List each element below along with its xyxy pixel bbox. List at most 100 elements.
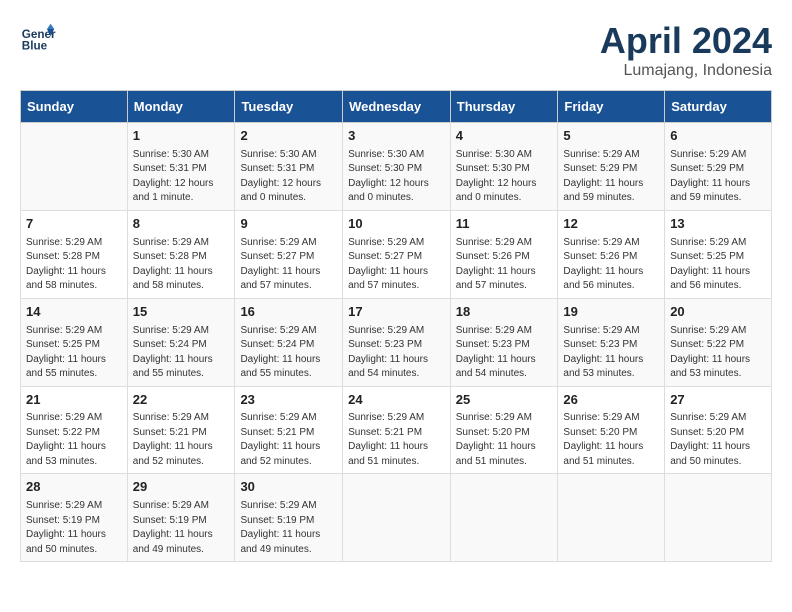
day-info: Sunrise: 5:29 AMSunset: 5:22 PMDaylight:… — [670, 324, 766, 382]
day-info: Sunrise: 5:29 AMSunset: 5:28 PMDaylight:… — [26, 236, 122, 294]
calendar-cell: 2Sunrise: 5:30 AMSunset: 5:31 PMDaylight… — [235, 123, 343, 211]
calendar-cell: 13 Sunrise: 5:29 AMSunset: 5:25 PMDayligh… — [665, 210, 772, 298]
calendar-cell: 17 Sunrise: 5:29 AMSunset: 5:23 PMDayligh… — [343, 298, 451, 386]
day-info: Sunrise: 5:29 AMSunset: 5:29 PMDaylight:… — [563, 148, 659, 206]
svg-text:Blue: Blue — [22, 40, 48, 53]
logo-icon: General Blue — [20, 20, 56, 56]
calendar-cell: 1 Sunrise: 5:30 AMSunset: 5:31 PMDaylight… — [127, 123, 235, 211]
calendar-cell: 23Sunrise: 5:29 AMSunset: 5:21 PMDayligh… — [235, 386, 343, 474]
weekday-header: Tuesday — [235, 91, 343, 123]
logo: General Blue — [20, 20, 56, 56]
day-info: Sunrise: 5:29 AMSunset: 5:24 PMDaylight:… — [240, 324, 337, 382]
calendar-cell: 16 Sunrise: 5:29 AMSunset: 5:24 PMDayligh… — [235, 298, 343, 386]
day-number: 24 — [348, 391, 445, 410]
day-number: 7 — [26, 215, 122, 234]
calendar-cell: 4 Sunrise: 5:30 AMSunset: 5:30 PMDaylight… — [450, 123, 558, 211]
calendar-cell: 8 Sunrise: 5:29 AMSunset: 5:28 PMDaylight… — [127, 210, 235, 298]
calendar-cell: 18 Sunrise: 5:29 AMSunset: 5:23 PMDayligh… — [450, 298, 558, 386]
day-info: Sunrise: 5:29 AMSunset: 5:20 PMDaylight:… — [670, 411, 766, 469]
calendar-cell: 30 Sunrise: 5:29 AMSunset: 5:19 PMDayligh… — [235, 474, 343, 562]
weekday-header: Friday — [558, 91, 665, 123]
calendar-cell: 5 Sunrise: 5:29 AMSunset: 5:29 PMDaylight… — [558, 123, 665, 211]
day-info: Sunrise: 5:30 AMSunset: 5:31 PMDaylight:… — [133, 148, 230, 206]
weekday-header: Thursday — [450, 91, 558, 123]
day-number: 21 — [26, 391, 122, 410]
day-info: Sunrise: 5:29 AMSunset: 5:25 PMDaylight:… — [670, 236, 766, 294]
day-number: 27 — [670, 391, 766, 410]
day-number: 22 — [133, 391, 230, 410]
weekday-header-row: SundayMondayTuesdayWednesdayThursdayFrid… — [21, 91, 772, 123]
day-info: Sunrise: 5:29 AMSunset: 5:21 PMDaylight:… — [348, 411, 445, 469]
title-area: April 2024 Lumajang, Indonesia — [600, 20, 772, 80]
day-number: 17 — [348, 303, 445, 322]
calendar-week-row: 28 Sunrise: 5:29 AMSunset: 5:19 PMDayligh… — [21, 474, 772, 562]
day-number: 23 — [240, 391, 337, 410]
weekday-header: Wednesday — [343, 91, 451, 123]
calendar-cell: 12 Sunrise: 5:29 AMSunset: 5:26 PMDayligh… — [558, 210, 665, 298]
day-info: Sunrise: 5:29 AMSunset: 5:23 PMDaylight:… — [456, 324, 553, 382]
day-info: Sunrise: 5:29 AMSunset: 5:19 PMDaylight:… — [133, 499, 230, 557]
calendar-cell: 15 Sunrise: 5:29 AMSunset: 5:24 PMDayligh… — [127, 298, 235, 386]
calendar-cell: 3Sunrise: 5:30 AMSunset: 5:30 PMDaylight… — [343, 123, 451, 211]
day-number: 6 — [670, 127, 766, 146]
day-number: 15 — [133, 303, 230, 322]
calendar-table: SundayMondayTuesdayWednesdayThursdayFrid… — [20, 90, 772, 562]
weekday-header: Saturday — [665, 91, 772, 123]
day-number: 30 — [240, 478, 337, 497]
day-info: Sunrise: 5:29 AMSunset: 5:27 PMDaylight:… — [348, 236, 445, 294]
calendar-cell: 6 Sunrise: 5:29 AMSunset: 5:29 PMDaylight… — [665, 123, 772, 211]
weekday-header: Monday — [127, 91, 235, 123]
day-number: 14 — [26, 303, 122, 322]
month-title: April 2024 — [600, 20, 772, 62]
day-info: Sunrise: 5:29 AMSunset: 5:23 PMDaylight:… — [348, 324, 445, 382]
calendar-cell — [343, 474, 451, 562]
day-number: 8 — [133, 215, 230, 234]
day-number: 2 — [240, 127, 337, 146]
day-info: Sunrise: 5:29 AMSunset: 5:23 PMDaylight:… — [563, 324, 659, 382]
day-number: 10 — [348, 215, 445, 234]
day-number: 20 — [670, 303, 766, 322]
day-info: Sunrise: 5:29 AMSunset: 5:28 PMDaylight:… — [133, 236, 230, 294]
day-info: Sunrise: 5:29 AMSunset: 5:26 PMDaylight:… — [563, 236, 659, 294]
calendar-cell: 11Sunrise: 5:29 AMSunset: 5:26 PMDayligh… — [450, 210, 558, 298]
day-number: 28 — [26, 478, 122, 497]
day-number: 9 — [240, 215, 337, 234]
calendar-cell: 20 Sunrise: 5:29 AMSunset: 5:22 PMDayligh… — [665, 298, 772, 386]
day-number: 5 — [563, 127, 659, 146]
day-number: 13 — [670, 215, 766, 234]
calendar-cell: 22Sunrise: 5:29 AMSunset: 5:21 PMDayligh… — [127, 386, 235, 474]
calendar-cell: 25Sunrise: 5:29 AMSunset: 5:20 PMDayligh… — [450, 386, 558, 474]
day-number: 1 — [133, 127, 230, 146]
day-number: 4 — [456, 127, 553, 146]
day-info: Sunrise: 5:29 AMSunset: 5:25 PMDaylight:… — [26, 324, 122, 382]
calendar-cell — [558, 474, 665, 562]
calendar-cell: 28 Sunrise: 5:29 AMSunset: 5:19 PMDayligh… — [21, 474, 128, 562]
day-number: 18 — [456, 303, 553, 322]
calendar-cell: 21Sunrise: 5:29 AMSunset: 5:22 PMDayligh… — [21, 386, 128, 474]
day-info: Sunrise: 5:29 AMSunset: 5:29 PMDaylight:… — [670, 148, 766, 206]
calendar-cell: 27Sunrise: 5:29 AMSunset: 5:20 PMDayligh… — [665, 386, 772, 474]
day-info: Sunrise: 5:29 AMSunset: 5:19 PMDaylight:… — [26, 499, 122, 557]
calendar-week-row: 7 Sunrise: 5:29 AMSunset: 5:28 PMDaylight… — [21, 210, 772, 298]
day-number: 12 — [563, 215, 659, 234]
day-info: Sunrise: 5:29 AMSunset: 5:22 PMDaylight:… — [26, 411, 122, 469]
calendar-cell: 24Sunrise: 5:29 AMSunset: 5:21 PMDayligh… — [343, 386, 451, 474]
calendar-cell — [450, 474, 558, 562]
location-subtitle: Lumajang, Indonesia — [600, 62, 772, 80]
day-info: Sunrise: 5:29 AMSunset: 5:27 PMDaylight:… — [240, 236, 337, 294]
day-info: Sunrise: 5:29 AMSunset: 5:19 PMDaylight:… — [240, 499, 337, 557]
header: General Blue April 2024 Lumajang, Indone… — [20, 20, 772, 80]
calendar-week-row: 1 Sunrise: 5:30 AMSunset: 5:31 PMDaylight… — [21, 123, 772, 211]
calendar-cell — [665, 474, 772, 562]
day-number: 19 — [563, 303, 659, 322]
day-info: Sunrise: 5:29 AMSunset: 5:20 PMDaylight:… — [456, 411, 553, 469]
day-number: 16 — [240, 303, 337, 322]
calendar-cell: 14 Sunrise: 5:29 AMSunset: 5:25 PMDayligh… — [21, 298, 128, 386]
day-info: Sunrise: 5:29 AMSunset: 5:20 PMDaylight:… — [563, 411, 659, 469]
day-info: Sunrise: 5:29 AMSunset: 5:24 PMDaylight:… — [133, 324, 230, 382]
day-info: Sunrise: 5:30 AMSunset: 5:30 PMDaylight:… — [348, 148, 445, 206]
calendar-cell: 19 Sunrise: 5:29 AMSunset: 5:23 PMDayligh… — [558, 298, 665, 386]
day-info: Sunrise: 5:30 AMSunset: 5:30 PMDaylight:… — [456, 148, 553, 206]
weekday-header: Sunday — [21, 91, 128, 123]
calendar-cell: 7 Sunrise: 5:29 AMSunset: 5:28 PMDaylight… — [21, 210, 128, 298]
